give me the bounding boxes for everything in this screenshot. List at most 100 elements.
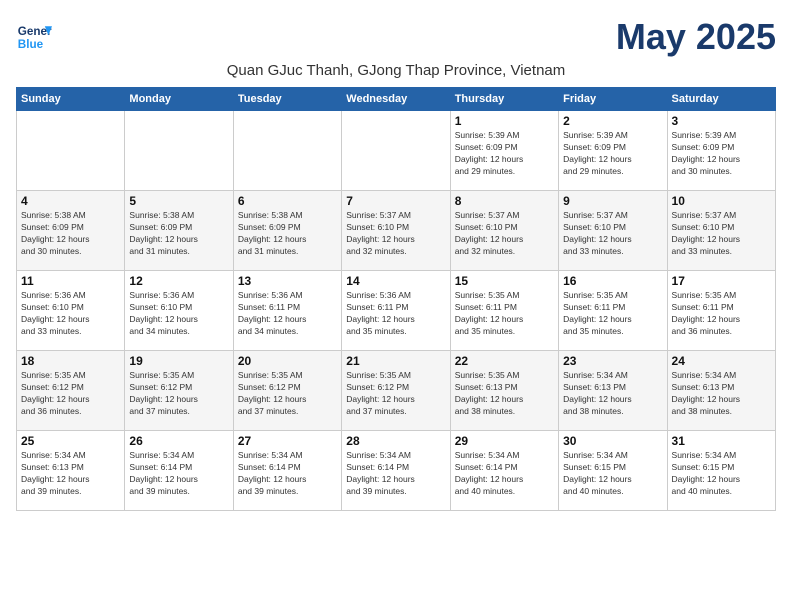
calendar-day-cell: 22 Sunrise: 5:35 AM Sunset: 6:13 PM Dayli… [450,351,558,431]
day-info: Sunrise: 5:39 AM Sunset: 6:09 PM Dayligh… [455,130,554,178]
month-title: May 2025 [616,16,776,58]
calendar-day-cell: 8Sunrise: 5:37 AM Sunset: 6:10 PM Daylig… [450,191,558,271]
day-info: Sunrise: 5:36 AM Sunset: 6:11 PM Dayligh… [346,290,445,338]
calendar-day-cell: 23 Sunrise: 5:34 AM Sunset: 6:13 PM Dayli… [559,351,667,431]
calendar-week-row: 1 Sunrise: 5:39 AM Sunset: 6:09 PM Daylig… [17,111,776,191]
day-info: Sunrise: 5:38 AM Sunset: 6:09 PM Dayligh… [21,210,120,258]
day-info: Sunrise: 5:34 AM Sunset: 6:13 PM Dayligh… [563,370,662,418]
weekday-header-tuesday: Tuesday [233,88,341,111]
day-number: 10 [672,194,771,208]
day-number: 19 [129,354,228,368]
empty-day-cell [125,111,233,191]
calendar-day-cell: 7 Sunrise: 5:37 AM Sunset: 6:10 PM Daylig… [342,191,450,271]
calendar-day-cell: 1 Sunrise: 5:39 AM Sunset: 6:09 PM Daylig… [450,111,558,191]
day-info: Sunrise: 5:38 AM Sunset: 6:09 PM Dayligh… [129,210,228,258]
calendar-week-row: 18 Sunrise: 5:35 AM Sunset: 6:12 PM Dayli… [17,351,776,431]
day-info: Sunrise: 5:34 AM Sunset: 6:14 PM Dayligh… [238,450,337,498]
day-info: Sunrise: 5:36 AM Sunset: 6:11 PM Dayligh… [238,290,337,338]
weekday-header-row: SundayMondayTuesdayWednesdayThursdayFrid… [17,88,776,111]
calendar-day-cell: 12 Sunrise: 5:36 AM Sunset: 6:10 PM Dayli… [125,271,233,351]
day-number: 26 [129,434,228,448]
day-number: 25 [21,434,120,448]
empty-day-cell [342,111,450,191]
day-info: Sunrise: 5:34 AM Sunset: 6:13 PM Dayligh… [21,450,120,498]
day-info: Sunrise: 5:39 AM Sunset: 6:09 PM Dayligh… [672,130,771,178]
day-info: Sunrise: 5:35 AM Sunset: 6:11 PM Dayligh… [563,290,662,338]
calendar-day-cell: 10 Sunrise: 5:37 AM Sunset: 6:10 PM Dayli… [667,191,775,271]
empty-day-cell [233,111,341,191]
calendar-subtitle: Quan GJuc Thanh, GJong Thap Province, Vi… [16,62,776,79]
day-info: Sunrise: 5:37 AM Sunset: 6:10 PM Dayligh… [672,210,771,258]
day-number: 3 [672,114,771,128]
day-info: Sunrise: 5:36 AM Sunset: 6:10 PM Dayligh… [129,290,228,338]
day-number: 18 [21,354,120,368]
day-number: 5 [129,194,228,208]
day-info: Sunrise: 5:35 AM Sunset: 6:12 PM Dayligh… [346,370,445,418]
calendar-day-cell: 4Sunrise: 5:38 AM Sunset: 6:09 PM Daylig… [17,191,125,271]
calendar-day-cell: 19 Sunrise: 5:35 AM Sunset: 6:12 PM Dayli… [125,351,233,431]
calendar-table: SundayMondayTuesdayWednesdayThursdayFrid… [16,87,776,511]
day-number: 16 [563,274,662,288]
calendar-day-cell: 25 Sunrise: 5:34 AM Sunset: 6:13 PM Dayli… [17,431,125,511]
day-info: Sunrise: 5:35 AM Sunset: 6:12 PM Dayligh… [21,370,120,418]
calendar-day-cell: 31 Sunrise: 5:34 AM Sunset: 6:15 PM Dayli… [667,431,775,511]
calendar-day-cell: 3 Sunrise: 5:39 AM Sunset: 6:09 PM Daylig… [667,111,775,191]
empty-day-cell [17,111,125,191]
day-number: 31 [672,434,771,448]
general-blue-logo-icon: General Blue [16,19,52,55]
calendar-day-cell: 26 Sunrise: 5:34 AM Sunset: 6:14 PM Dayli… [125,431,233,511]
calendar-day-cell: 20 Sunrise: 5:35 AM Sunset: 6:12 PM Dayli… [233,351,341,431]
day-number: 13 [238,274,337,288]
calendar-day-cell: 21 Sunrise: 5:35 AM Sunset: 6:12 PM Dayli… [342,351,450,431]
day-info: Sunrise: 5:35 AM Sunset: 6:13 PM Dayligh… [455,370,554,418]
weekday-header-sunday: Sunday [17,88,125,111]
day-number: 14 [346,274,445,288]
calendar-day-cell: 16 Sunrise: 5:35 AM Sunset: 6:11 PM Dayli… [559,271,667,351]
day-info: Sunrise: 5:35 AM Sunset: 6:11 PM Dayligh… [455,290,554,338]
calendar-week-row: 11Sunrise: 5:36 AM Sunset: 6:10 PM Dayli… [17,271,776,351]
day-number: 7 [346,194,445,208]
day-number: 21 [346,354,445,368]
day-info: Sunrise: 5:35 AM Sunset: 6:12 PM Dayligh… [238,370,337,418]
weekday-header-wednesday: Wednesday [342,88,450,111]
day-number: 9 [563,194,662,208]
page-header: General Blue May 2025 [16,16,776,58]
day-info: Sunrise: 5:35 AM Sunset: 6:12 PM Dayligh… [129,370,228,418]
calendar-day-cell: 17Sunrise: 5:35 AM Sunset: 6:11 PM Dayli… [667,271,775,351]
day-info: Sunrise: 5:34 AM Sunset: 6:14 PM Dayligh… [455,450,554,498]
day-number: 23 [563,354,662,368]
weekday-header-saturday: Saturday [667,88,775,111]
calendar-day-cell: 18 Sunrise: 5:35 AM Sunset: 6:12 PM Dayli… [17,351,125,431]
day-number: 1 [455,114,554,128]
weekday-header-thursday: Thursday [450,88,558,111]
calendar-day-cell: 13 Sunrise: 5:36 AM Sunset: 6:11 PM Dayli… [233,271,341,351]
day-number: 24 [672,354,771,368]
day-info: Sunrise: 5:37 AM Sunset: 6:10 PM Dayligh… [563,210,662,258]
calendar-day-cell: 15 Sunrise: 5:35 AM Sunset: 6:11 PM Dayli… [450,271,558,351]
calendar-day-cell: 24 Sunrise: 5:34 AM Sunset: 6:13 PM Dayli… [667,351,775,431]
calendar-day-cell: 11Sunrise: 5:36 AM Sunset: 6:10 PM Dayli… [17,271,125,351]
day-number: 12 [129,274,228,288]
day-info: Sunrise: 5:34 AM Sunset: 6:14 PM Dayligh… [346,450,445,498]
day-info: Sunrise: 5:34 AM Sunset: 6:13 PM Dayligh… [672,370,771,418]
weekday-header-friday: Friday [559,88,667,111]
logo-area: General Blue [16,19,56,55]
day-info: Sunrise: 5:37 AM Sunset: 6:10 PM Dayligh… [346,210,445,258]
day-number: 17 [672,274,771,288]
day-number: 28 [346,434,445,448]
day-info: Sunrise: 5:39 AM Sunset: 6:09 PM Dayligh… [563,130,662,178]
calendar-day-cell: 28 Sunrise: 5:34 AM Sunset: 6:14 PM Dayli… [342,431,450,511]
day-info: Sunrise: 5:34 AM Sunset: 6:15 PM Dayligh… [672,450,771,498]
weekday-header-monday: Monday [125,88,233,111]
calendar-day-cell: 5 Sunrise: 5:38 AM Sunset: 6:09 PM Daylig… [125,191,233,271]
calendar-day-cell: 30Sunrise: 5:34 AM Sunset: 6:15 PM Dayli… [559,431,667,511]
calendar-week-row: 25 Sunrise: 5:34 AM Sunset: 6:13 PM Dayli… [17,431,776,511]
day-number: 6 [238,194,337,208]
calendar-day-cell: 14 Sunrise: 5:36 AM Sunset: 6:11 PM Dayli… [342,271,450,351]
day-number: 15 [455,274,554,288]
day-number: 8 [455,194,554,208]
day-info: Sunrise: 5:34 AM Sunset: 6:14 PM Dayligh… [129,450,228,498]
day-number: 20 [238,354,337,368]
day-number: 22 [455,354,554,368]
day-number: 27 [238,434,337,448]
